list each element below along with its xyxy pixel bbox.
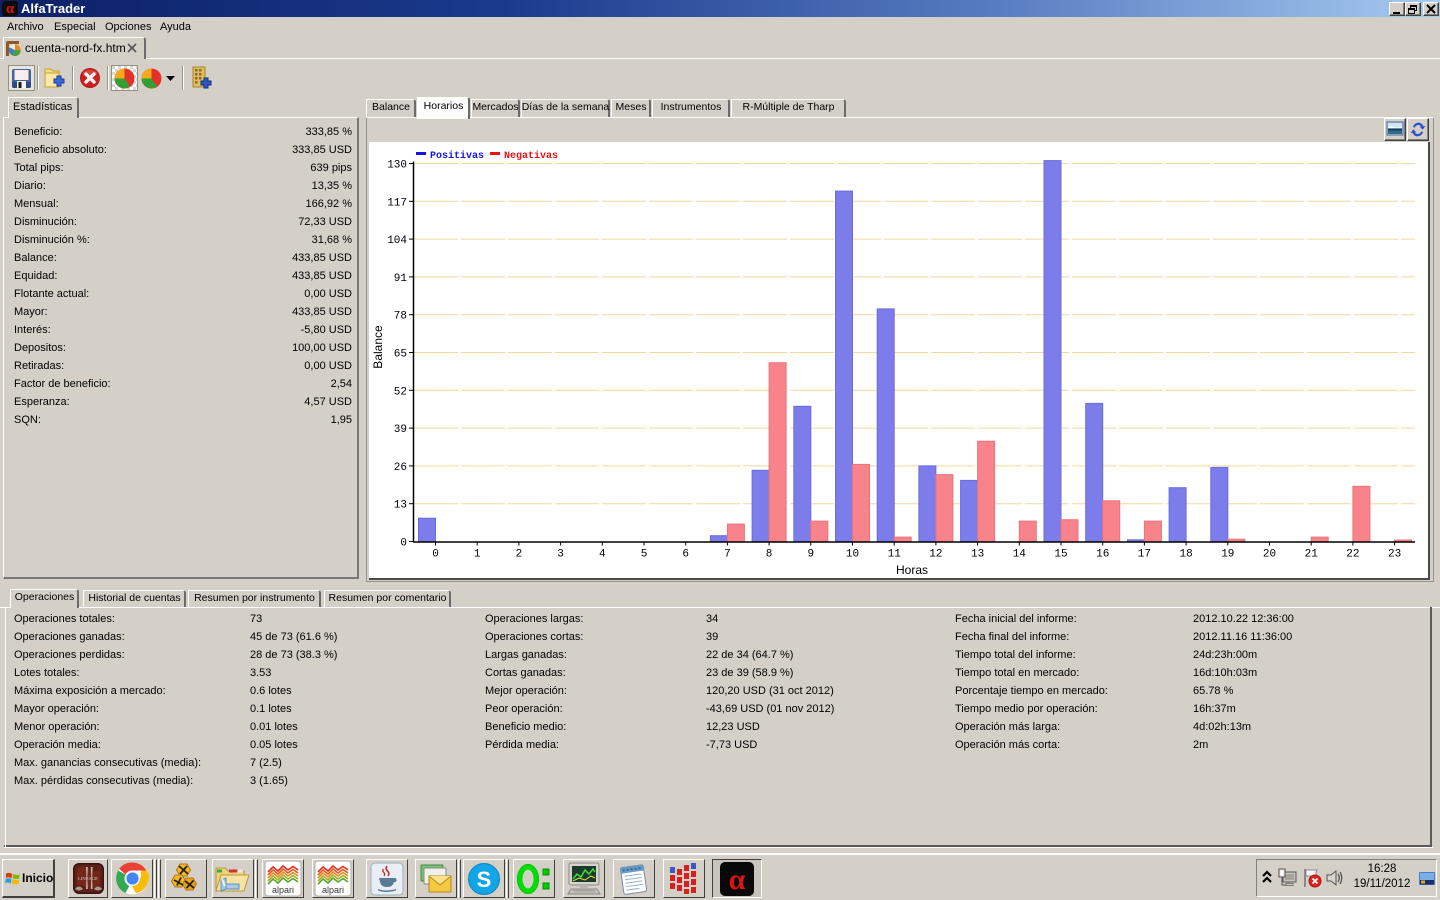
svg-text:2: 2 xyxy=(516,549,523,561)
svg-text:11: 11 xyxy=(888,549,902,561)
svg-text:8: 8 xyxy=(766,549,773,561)
svg-text:10: 10 xyxy=(846,549,859,561)
svg-text:S: S xyxy=(477,867,492,892)
svg-text:Balance: Balance xyxy=(371,325,385,369)
svg-text:78: 78 xyxy=(394,311,407,323)
svg-text:14: 14 xyxy=(1013,549,1027,561)
svg-text:LINEAGE: LINEAGE xyxy=(78,876,98,881)
svg-text:21: 21 xyxy=(1305,549,1319,561)
svg-text:α: α xyxy=(6,1,15,16)
svg-text:13: 13 xyxy=(971,549,984,561)
svg-text:104: 104 xyxy=(387,235,407,247)
svg-text:6: 6 xyxy=(682,549,689,561)
svg-text:19: 19 xyxy=(1221,549,1234,561)
svg-text:18: 18 xyxy=(1179,549,1192,561)
svg-text:Negativas: Negativas xyxy=(504,150,558,162)
svg-text:9: 9 xyxy=(807,549,814,561)
svg-text:5: 5 xyxy=(641,549,648,561)
svg-text:α: α xyxy=(729,863,746,896)
svg-text:Positivas: Positivas xyxy=(430,150,484,162)
svg-text:13: 13 xyxy=(394,500,407,512)
svg-text:15: 15 xyxy=(1054,549,1067,561)
svg-text:7: 7 xyxy=(724,549,731,561)
svg-text:alpari: alpari xyxy=(272,885,294,895)
svg-text:22: 22 xyxy=(1346,549,1359,561)
svg-text:4: 4 xyxy=(599,549,606,561)
svg-text:91: 91 xyxy=(394,273,408,285)
svg-text:130: 130 xyxy=(387,160,407,172)
svg-text:0: 0 xyxy=(400,538,407,550)
svg-text:alpari: alpari xyxy=(322,885,344,895)
svg-text:0: 0 xyxy=(432,549,439,561)
svg-text:3: 3 xyxy=(557,549,564,561)
svg-text:39: 39 xyxy=(394,424,407,436)
svg-text:117: 117 xyxy=(387,197,407,209)
svg-text:52: 52 xyxy=(394,386,407,398)
svg-text:Horas: Horas xyxy=(896,563,928,577)
svg-text:20: 20 xyxy=(1263,549,1276,561)
svg-text:12: 12 xyxy=(929,549,942,561)
svg-text:1: 1 xyxy=(474,549,481,561)
svg-text:23: 23 xyxy=(1388,549,1401,561)
svg-text:17: 17 xyxy=(1138,549,1151,561)
svg-text:26: 26 xyxy=(394,462,407,474)
svg-text:65: 65 xyxy=(394,349,407,361)
svg-text:16: 16 xyxy=(1096,549,1109,561)
